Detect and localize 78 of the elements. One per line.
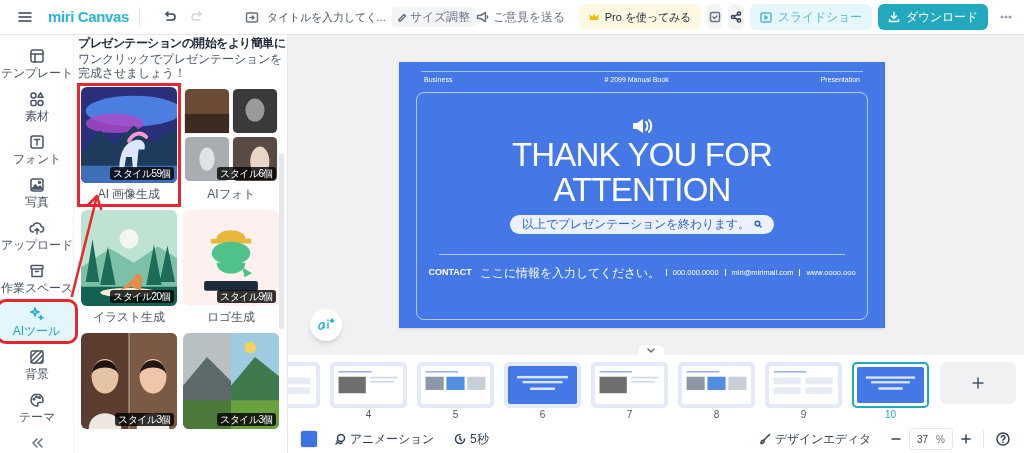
slide-number[interactable]: 9 — [800, 409, 807, 421]
slide-number[interactable]: 7 — [626, 409, 633, 421]
plus-icon — [972, 377, 984, 389]
design-editor-button[interactable]: デザインエディタ — [759, 430, 871, 448]
duration-button[interactable]: 5秒 — [454, 430, 489, 448]
archive-icon — [28, 263, 45, 279]
scrollbar[interactable] — [279, 153, 284, 329]
color-swatch[interactable] — [300, 430, 318, 448]
style-count-badge: スタイル20個 — [110, 290, 174, 303]
resize-button[interactable]: サイズ調整 — [391, 7, 476, 27]
image-icon — [28, 177, 45, 193]
ai-icon — [317, 318, 335, 332]
menu-icon[interactable] — [18, 11, 32, 23]
collapse-icon[interactable] — [30, 438, 43, 448]
zoom-unit: % — [936, 432, 945, 447]
document-title[interactable]: タイトルを入力してく... — [266, 8, 386, 26]
tool-label[interactable]: イラスト生成 — [93, 310, 165, 324]
feedback-button[interactable]: ご意見を送る — [475, 8, 565, 26]
style-count-badge: スタイル3個 — [217, 413, 276, 426]
save-button[interactable] — [706, 4, 723, 30]
tool-label[interactable]: ロゴ生成 — [207, 310, 255, 324]
panel-subheading: ワンクリックでプレゼンテーションを完成させましょう！ — [78, 52, 283, 80]
help-icon[interactable] — [996, 432, 1010, 446]
sidebar-tab[interactable]: テンプレート — [0, 45, 74, 82]
pencil-icon — [397, 12, 407, 22]
search-icon — [754, 220, 762, 228]
pill-text: 以上でプレゼンテーションを終わります。 — [522, 216, 750, 233]
slide-title: THANK YOU FOR ATTENTION — [511, 136, 773, 207]
play-icon — [760, 11, 772, 23]
hatch-icon — [28, 349, 45, 365]
text-icon — [28, 134, 45, 150]
sidebar-tab[interactable]: テーマ — [0, 389, 74, 426]
slide-number[interactable]: 4 — [365, 409, 372, 421]
share-button[interactable] — [728, 4, 744, 30]
collapse-tab[interactable] — [638, 345, 664, 355]
style-count-badge: スタイル9個 — [217, 290, 276, 303]
slide-number[interactable]: 8 — [713, 409, 720, 421]
sidebar-tab[interactable]: アップロード — [0, 217, 74, 254]
sidebar-tab[interactable]: 写真 — [0, 174, 74, 211]
slide-thumbnail[interactable] — [852, 362, 929, 408]
panel-heading: プレゼンテーションの開始をより簡単に — [78, 36, 286, 51]
save-icon — [708, 11, 721, 23]
palette-icon — [28, 392, 45, 408]
megaphone-icon — [475, 11, 489, 23]
brush-icon — [759, 433, 771, 445]
style-count-badge: スタイル3個 — [115, 413, 174, 426]
animation-icon — [334, 433, 346, 445]
ai-assistant-button[interactable] — [310, 309, 342, 341]
sparkle-icon — [28, 306, 45, 322]
sidebar-tab[interactable]: フォント — [0, 131, 74, 168]
style-count-badge: スタイル59個 — [110, 167, 174, 180]
sidebar-tab[interactable]: 背景 — [0, 346, 74, 383]
sidebar-tab[interactable]: 素材 — [0, 88, 74, 125]
zoom-in-icon[interactable] — [961, 434, 971, 444]
zoom-value: 37 — [917, 432, 929, 447]
slide-number[interactable]: 5 — [452, 409, 459, 421]
speaker-icon — [631, 116, 653, 135]
shapes-icon — [28, 91, 45, 107]
contact-label: CONTACT — [428, 265, 472, 279]
zoom-field[interactable]: 37 % — [909, 428, 953, 450]
crown-icon — [588, 13, 599, 21]
tool-label[interactable]: AI 画像生成 — [97, 187, 161, 201]
upload-icon — [28, 220, 45, 236]
download-icon — [888, 11, 900, 23]
timer-icon — [454, 433, 466, 445]
tool-label[interactable]: AIフォト — [207, 187, 255, 201]
share-icon — [730, 11, 743, 23]
template-icon — [28, 48, 45, 64]
folder-icon[interactable] — [244, 10, 259, 24]
sidebar-tab[interactable]: 作業スペース — [0, 260, 74, 297]
chevron-down-icon — [647, 347, 655, 353]
pro-button[interactable]: Pro を使ってみる — [578, 4, 701, 30]
more-icon[interactable] — [1000, 15, 1012, 19]
animation-button[interactable]: アニメーション — [334, 430, 434, 448]
contact-info: ここに情報を入力してください。 — [479, 264, 660, 282]
slide-number[interactable]: 6 — [539, 409, 546, 421]
style-count-badge: スタイル6個 — [217, 167, 276, 180]
app-logo: miri Canvas — [48, 6, 129, 27]
